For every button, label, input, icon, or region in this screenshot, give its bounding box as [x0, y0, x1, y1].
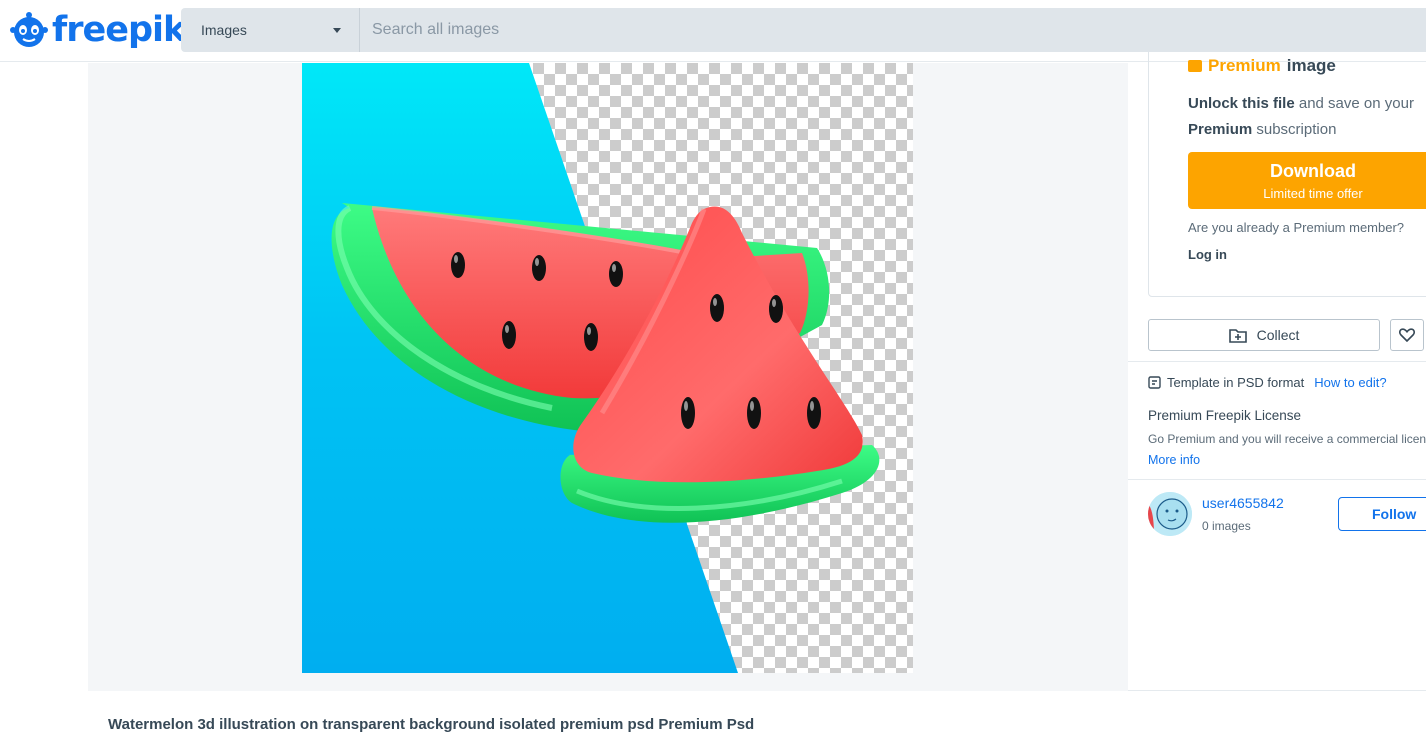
image-viewer — [88, 63, 1128, 691]
license-title: Premium Freepik License — [1148, 408, 1302, 423]
author-image-count: 0 images — [1202, 519, 1251, 533]
template-format-row: Template in PSD format How to edit? — [1148, 375, 1387, 390]
search-type-label: Images — [201, 22, 247, 38]
collect-button[interactable]: Collect — [1148, 319, 1380, 351]
download-sublabel: Limited time offer — [1263, 186, 1363, 201]
download-label: Download — [1270, 161, 1356, 181]
follow-button[interactable]: Follow — [1338, 497, 1426, 531]
psd-file-icon — [1148, 376, 1161, 389]
watermelon-illustration — [331, 203, 880, 523]
image-title: Watermelon 3d illustration on transparen… — [108, 716, 755, 733]
sidebar-divider — [1128, 479, 1426, 480]
crown-icon — [1188, 60, 1202, 72]
user-avatar-icon — [1148, 492, 1192, 536]
author-name[interactable]: user4655842 — [1202, 495, 1284, 511]
freepik-robot-icon — [10, 12, 48, 47]
sidebar-divider — [1128, 361, 1426, 362]
already-member-text: Are you already a Premium member? — [1188, 220, 1405, 235]
follow-label: Follow — [1372, 506, 1417, 522]
premium-image-heading: Premium image — [1188, 56, 1336, 76]
premium-badge-suffix: image — [1286, 56, 1336, 75]
template-format-text: Template in PSD format — [1167, 375, 1305, 390]
favorite-button[interactable] — [1390, 319, 1424, 351]
preview-image[interactable] — [302, 63, 913, 673]
search-type-dropdown[interactable]: Images — [181, 8, 360, 52]
unlock-bold-2: Premium — [1188, 121, 1253, 138]
unlock-bold-1: Unlock this file — [1188, 95, 1295, 112]
avatar[interactable] — [1148, 492, 1192, 536]
more-info-link[interactable]: More info — [1148, 453, 1200, 467]
collect-label: Collect — [1256, 327, 1300, 343]
folder-plus-icon — [1228, 328, 1247, 343]
unlock-text-1: and save on your — [1294, 95, 1414, 112]
login-link[interactable]: Log in — [1188, 247, 1227, 262]
unlock-text-2: subscription — [1252, 121, 1337, 138]
heart-icon — [1399, 328, 1415, 342]
premium-badge-label: Premium — [1208, 56, 1281, 75]
license-description: Go Premium and you will receive a commer… — [1148, 432, 1426, 446]
chevron-down-icon — [333, 27, 341, 33]
download-button[interactable]: Download Limited time offer — [1188, 152, 1426, 209]
unlock-text: Unlock this file and save on your Premiu… — [1188, 91, 1426, 143]
freepik-logo[interactable]: freepik — [10, 7, 186, 53]
logo-text: freepik — [52, 9, 186, 50]
detail-sidebar: Premium image Unlock this file and save … — [1128, 43, 1426, 691]
how-to-edit-link[interactable]: How to edit? — [1314, 375, 1386, 390]
